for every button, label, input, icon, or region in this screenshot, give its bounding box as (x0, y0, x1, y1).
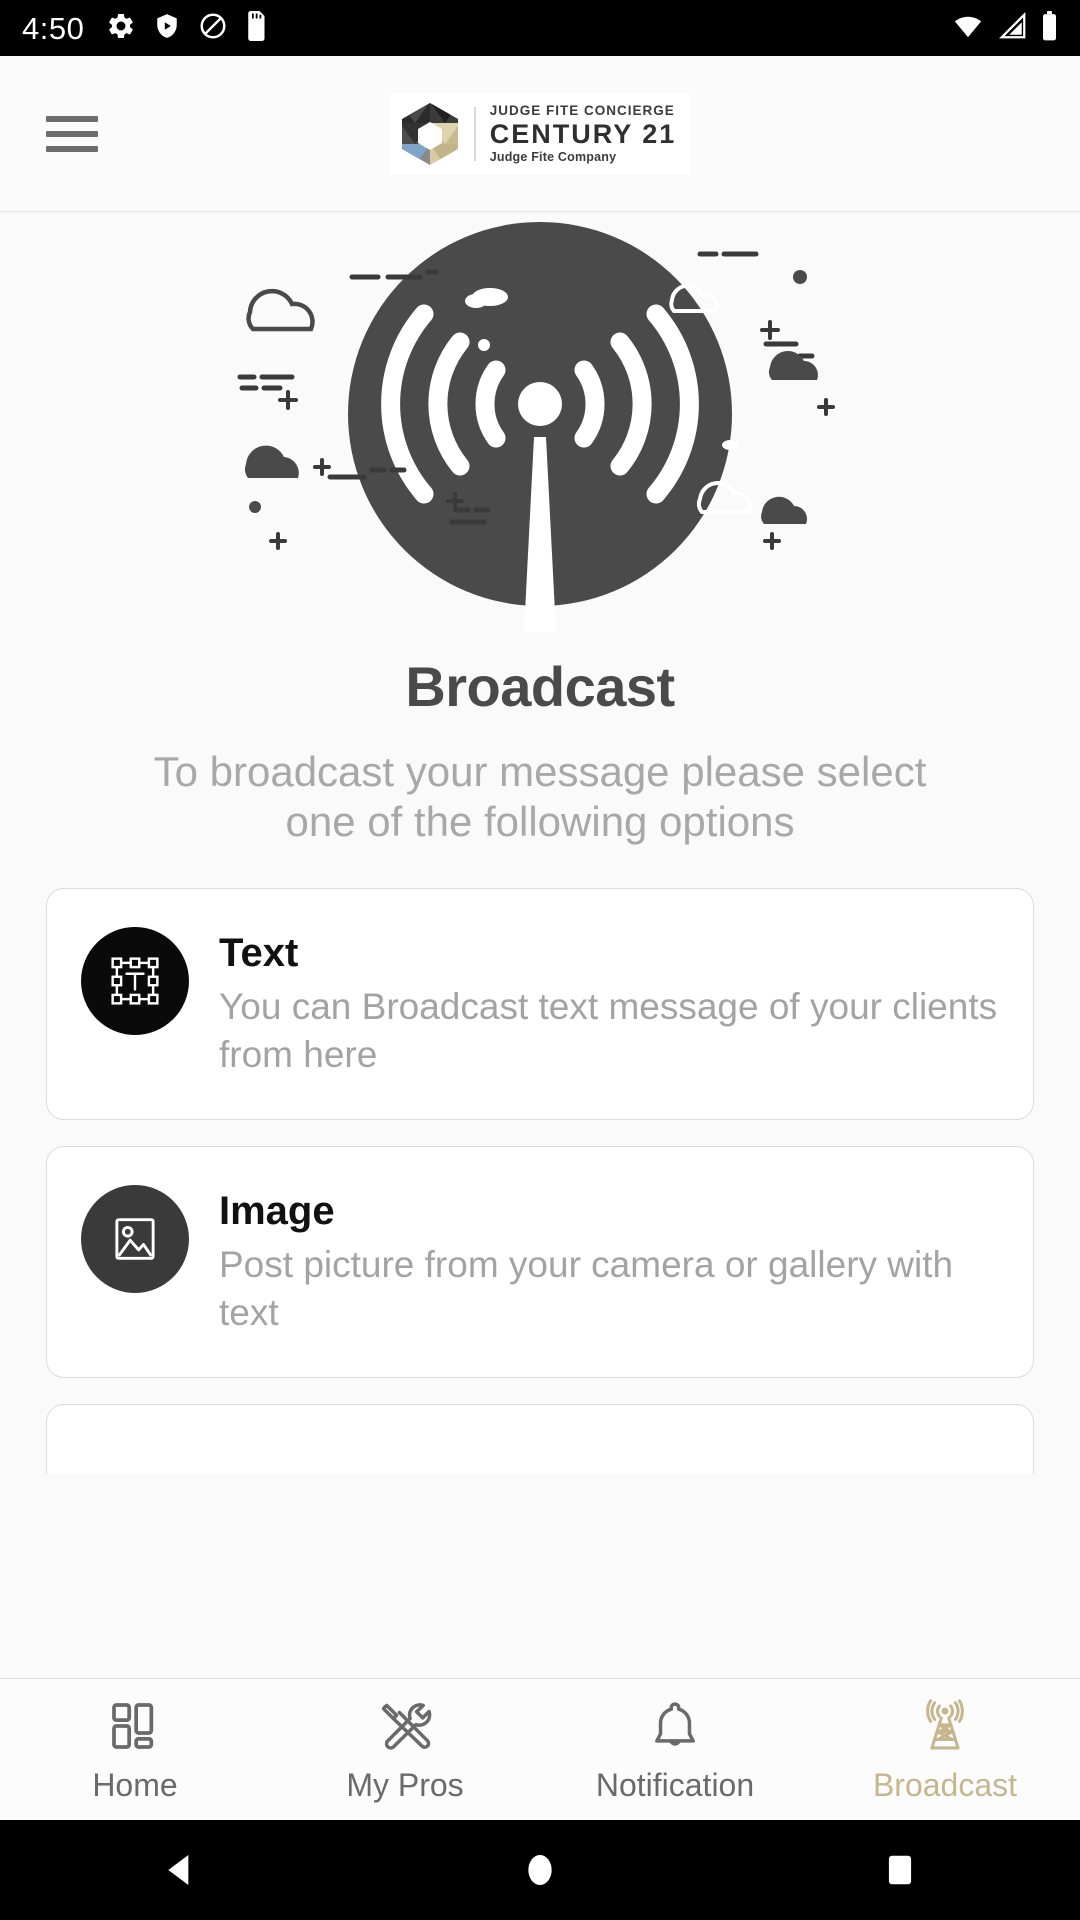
back-triangle-icon[interactable] (120, 1820, 240, 1920)
status-bar-system-icons (951, 10, 1058, 46)
broadcast-option-image-description: Post picture from your camera or gallery… (219, 1244, 954, 1334)
century21-hexagon-logo (401, 102, 458, 165)
play-protect-icon (154, 11, 180, 46)
page-subtitle: To broadcast your message please select … (153, 748, 927, 845)
hamburger-menu-icon[interactable] (46, 115, 98, 152)
broadcast-option-text-description: You can Broadcast text message of your c… (219, 986, 998, 1076)
bell-icon (647, 1698, 703, 1759)
broadcast-option-image-title: Image (219, 1189, 335, 1234)
hamburger-bar-1 (46, 115, 98, 122)
android-system-navigation (0, 1820, 1080, 1920)
logo-divider (473, 106, 476, 161)
status-bar-notification-icons (106, 10, 268, 46)
broadcast-option-text-title: Text (219, 931, 299, 976)
home-circle-icon[interactable] (480, 1820, 600, 1920)
nav-item-home[interactable]: Home (0, 1698, 270, 1801)
broadcast-option-text-body: Text You can Broadcast text message of y… (219, 927, 999, 1079)
logo-line-company: Judge Fite Company (489, 150, 617, 164)
text-box-icon (81, 927, 189, 1036)
battery-icon (1041, 10, 1058, 46)
app-bar: JUDGE FITE CONCIERGE CENTURY 21 Judge Fi… (0, 56, 1080, 212)
nav-item-broadcast[interactable]: Broadcast (810, 1698, 1080, 1801)
phone-screen: 4:50 JUDGE FITE CONCIERGE CENTURY 21 Jud… (0, 0, 1080, 1920)
sd-card-icon (246, 10, 268, 46)
nav-item-my-pros-label: My Pros (346, 1767, 464, 1803)
hamburger-bar-2 (46, 130, 98, 137)
nav-item-home-label: Home (92, 1767, 178, 1803)
broadcast-option-partial[interactable] (46, 1404, 1034, 1475)
logo-line-century21: CENTURY 21 (489, 119, 677, 149)
nav-item-broadcast-label: Broadcast (872, 1767, 1018, 1803)
bottom-navigation-bar: Home My Pros Notification Broadcast (0, 1678, 1080, 1820)
broadcast-tower-illustration (237, 222, 835, 632)
hamburger-bar-3 (46, 145, 98, 152)
brand-logo: JUDGE FITE CONCIERGE CENTURY 21 Judge Fi… (389, 93, 691, 174)
wifi-icon (951, 11, 985, 46)
broadcast-option-text[interactable]: Text You can Broadcast text message of y… (46, 888, 1034, 1121)
grid-dashboard-icon (107, 1698, 163, 1759)
image-picture-icon (81, 1185, 189, 1294)
logo-line-concierge: JUDGE FITE CONCIERGE (489, 102, 675, 118)
status-bar: 4:50 (0, 0, 1080, 56)
nav-item-notification-label: Notification (595, 1767, 755, 1803)
broadcast-options-list: Text You can Broadcast text message of y… (0, 888, 1080, 1475)
main-content: Broadcast To broadcast your message plea… (0, 212, 1080, 1678)
nav-item-notification[interactable]: Notification (540, 1698, 810, 1801)
broadcast-tower-icon (917, 1698, 973, 1759)
nav-item-my-pros[interactable]: My Pros (270, 1698, 540, 1801)
logo-text-block: JUDGE FITE CONCIERGE CENTURY 21 Judge Fi… (489, 102, 677, 164)
settings-gear-icon (106, 11, 136, 46)
tools-wrench-icon (377, 1698, 433, 1759)
page-title: Broadcast (405, 655, 675, 718)
do-not-disturb-icon (198, 11, 228, 46)
broadcast-option-image-body: Image Post picture from your camera or g… (219, 1185, 999, 1337)
broadcast-option-image[interactable]: Image Post picture from your camera or g… (46, 1146, 1034, 1379)
cellular-signal-icon (998, 11, 1028, 46)
recents-square-icon[interactable] (840, 1820, 960, 1920)
status-bar-clock: 4:50 (22, 10, 85, 46)
